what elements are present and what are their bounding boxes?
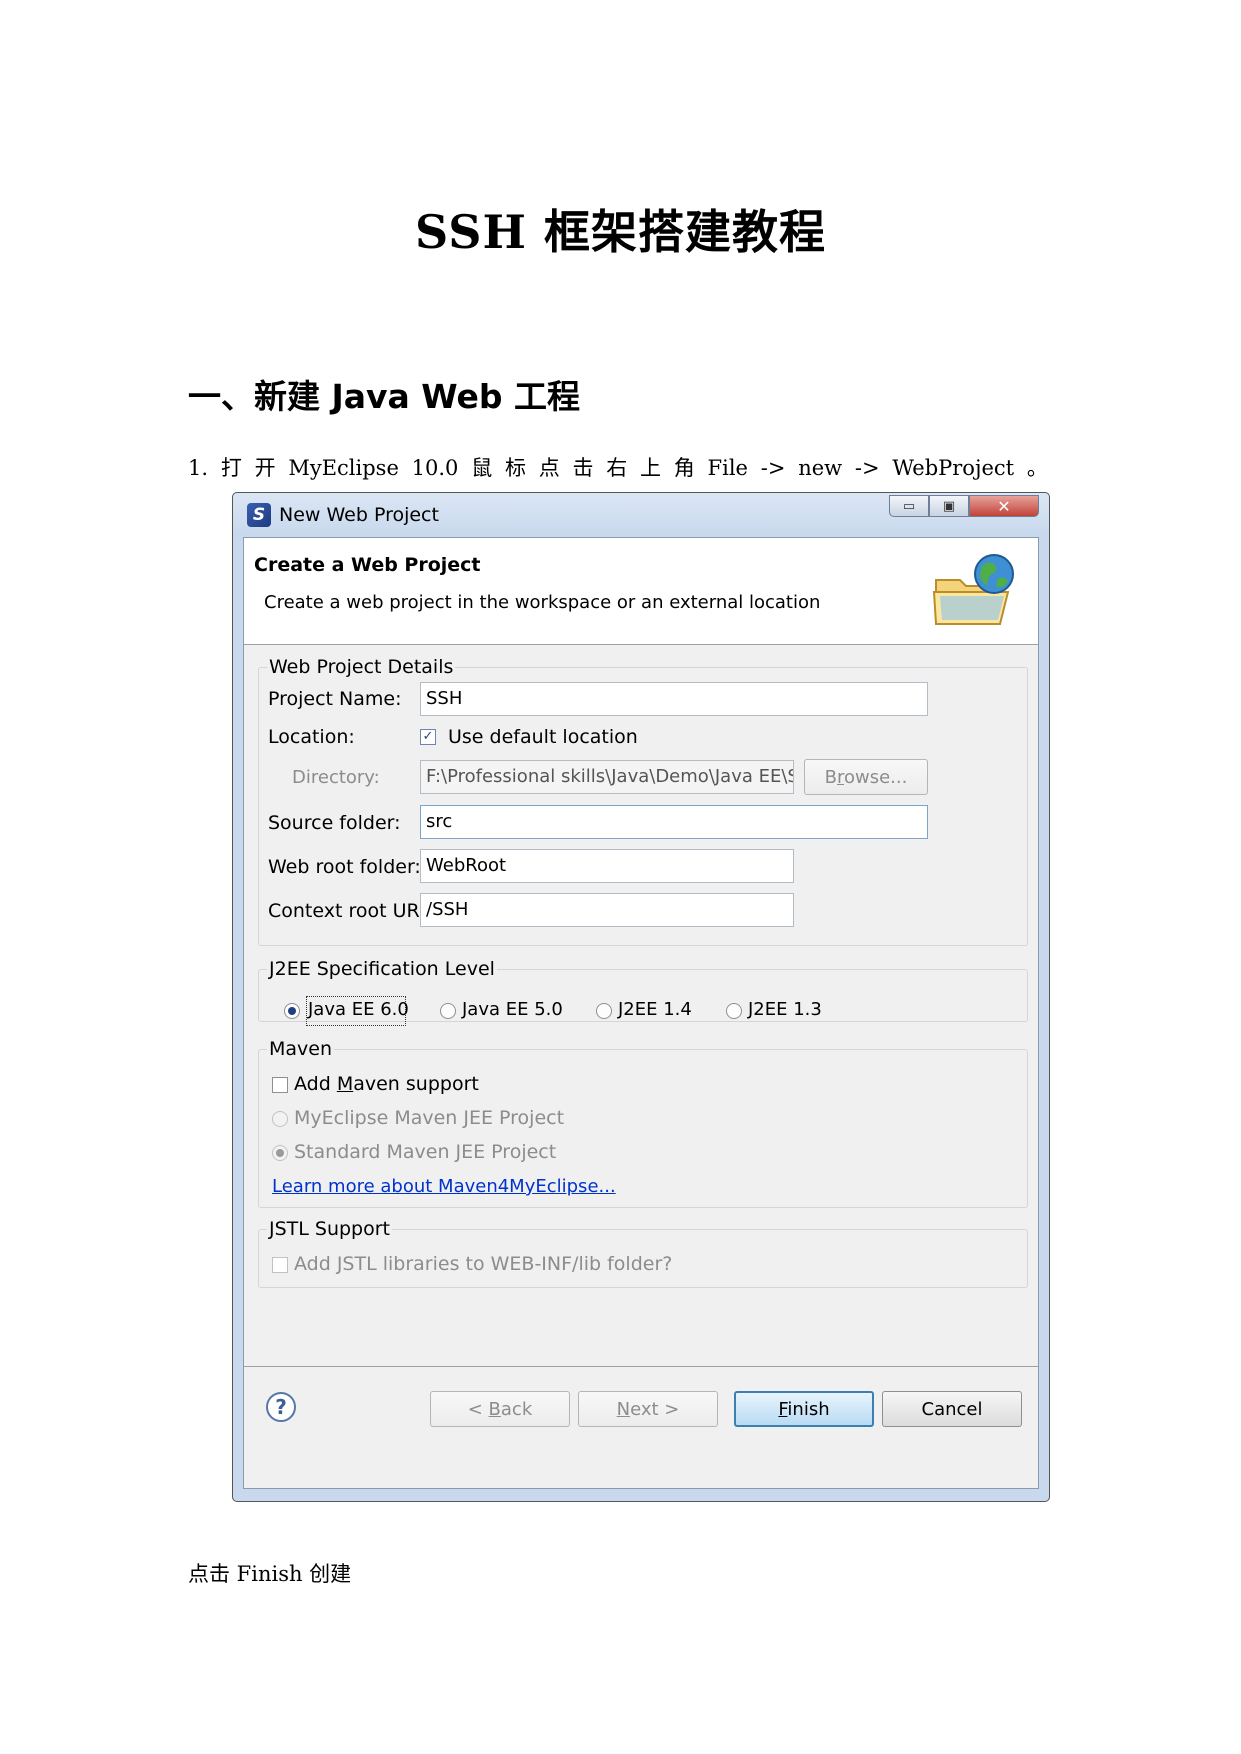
use-default-location-label: Use default location [448, 726, 638, 748]
step-token: 开 [254, 456, 276, 480]
step-instruction: 1. 打开 MyEclipse 10.0 鼠标点击右上角 File -> new -> WebPr… [188, 452, 1048, 482]
context-root-url-input[interactable]: /SSH [420, 893, 794, 927]
directory-input[interactable]: F:\Professional skills\Java\Demo\Java EE… [420, 760, 794, 794]
add-maven-support-label: Add Maven support [294, 1073, 479, 1095]
step-token: 10.0 [411, 456, 459, 480]
web-project-details-legend: Web Project Details [269, 656, 454, 678]
radio-java-ee-5[interactable] [440, 1003, 456, 1019]
caption: 点击 Finish 创建 [188, 1562, 352, 1586]
new-web-project-dialog: S New Web Project ▭ ▣ ✕ Create a Web Pro… [232, 492, 1050, 1502]
radio-myeclipse-maven-jee[interactable] [272, 1111, 288, 1127]
jstl-support-legend: JSTL Support [269, 1218, 391, 1240]
dialog-titlebar[interactable]: S New Web Project ▭ ▣ ✕ [233, 493, 1049, 537]
folder-globe-icon [932, 554, 1014, 625]
radio-java-ee-6[interactable] [284, 1003, 300, 1019]
standard-maven-jee-label: Standard Maven JEE Project [294, 1141, 557, 1163]
step-token: 打 [220, 456, 242, 480]
step-token: 点 [538, 456, 560, 480]
directory-label: Directory: [292, 767, 380, 788]
source-folder-input[interactable]: src [420, 805, 928, 839]
j2ee-1-3-label: J2EE 1.3 [748, 999, 822, 1020]
add-jstl-label: Add JSTL libraries to WEB-INF/lib folder… [294, 1253, 673, 1275]
maven-legend: Maven [269, 1038, 333, 1060]
maximize-button[interactable]: ▣ [929, 495, 969, 517]
java-ee-5-label: Java EE 5.0 [462, 999, 563, 1020]
context-root-url-label: Context root URL: [268, 900, 437, 922]
step-token: 右 [606, 456, 628, 480]
radio-j2ee-1-3[interactable] [726, 1003, 742, 1019]
j2ee-spec-level-legend: J2EE Specification Level [269, 958, 495, 980]
next-button[interactable]: Next > [578, 1391, 718, 1427]
radio-standard-maven-jee[interactable] [272, 1145, 288, 1161]
cancel-button[interactable]: Cancel [882, 1391, 1022, 1427]
dialog-client-area: Create a Web Project Create a web projec… [243, 537, 1039, 1489]
location-label: Location: [268, 726, 355, 748]
learn-more-maven-link[interactable]: Learn more about Maven4MyEclipse... [272, 1176, 616, 1197]
add-jstl-checkbox[interactable] [272, 1257, 288, 1273]
project-name-input[interactable]: SSH [420, 682, 928, 716]
finish-button[interactable]: Finish [734, 1391, 874, 1427]
help-icon[interactable]: ? [266, 1392, 296, 1422]
step-token: 击 [572, 456, 594, 480]
radio-j2ee-1-4[interactable] [596, 1003, 612, 1019]
j2ee-1-4-label: J2EE 1.4 [618, 999, 692, 1020]
web-root-folder-label: Web root folder: [268, 856, 421, 878]
java-ee-6-label: Java EE 6.0 [308, 999, 409, 1020]
step-token: -> [854, 456, 880, 480]
myeclipse-maven-jee-label: MyEclipse Maven JEE Project [294, 1107, 565, 1129]
step-token: 标 [504, 456, 526, 480]
step-token: 角 [673, 456, 695, 480]
step-token: MyEclipse [288, 456, 399, 480]
document-title: SSH 框架搭建教程 [415, 205, 826, 259]
section-heading: 一、新建 Java Web 工程 [188, 377, 581, 416]
footer-separator [244, 1366, 1038, 1367]
step-token: 上 [640, 456, 662, 480]
step-token: WebProject [892, 456, 1015, 480]
use-default-location-checkbox[interactable]: ✓ [420, 729, 436, 745]
minimize-button[interactable]: ▭ [889, 495, 929, 517]
banner-title: Create a Web Project [254, 554, 481, 576]
web-root-folder-input[interactable]: WebRoot [420, 849, 794, 883]
source-folder-label: Source folder: [268, 812, 401, 834]
banner-description: Create a web project in the workspace or… [264, 592, 821, 613]
back-button[interactable]: < Back [430, 1391, 570, 1427]
step-token: File [707, 456, 748, 480]
myeclipse-app-icon: S [247, 503, 271, 527]
step-token: 1. [188, 456, 209, 480]
step-token: new [798, 456, 843, 480]
project-name-label: Project Name: [268, 688, 402, 710]
browse-button[interactable]: Browse... [804, 759, 928, 795]
step-token: 鼠 [471, 456, 493, 480]
add-maven-support-checkbox[interactable] [272, 1077, 288, 1093]
step-token: -> [760, 456, 786, 480]
wizard-banner: Create a Web Project Create a web projec… [244, 538, 1038, 645]
window-title: New Web Project [279, 504, 439, 526]
step-token: 。 [1026, 456, 1048, 480]
close-button[interactable]: ✕ [969, 495, 1039, 517]
